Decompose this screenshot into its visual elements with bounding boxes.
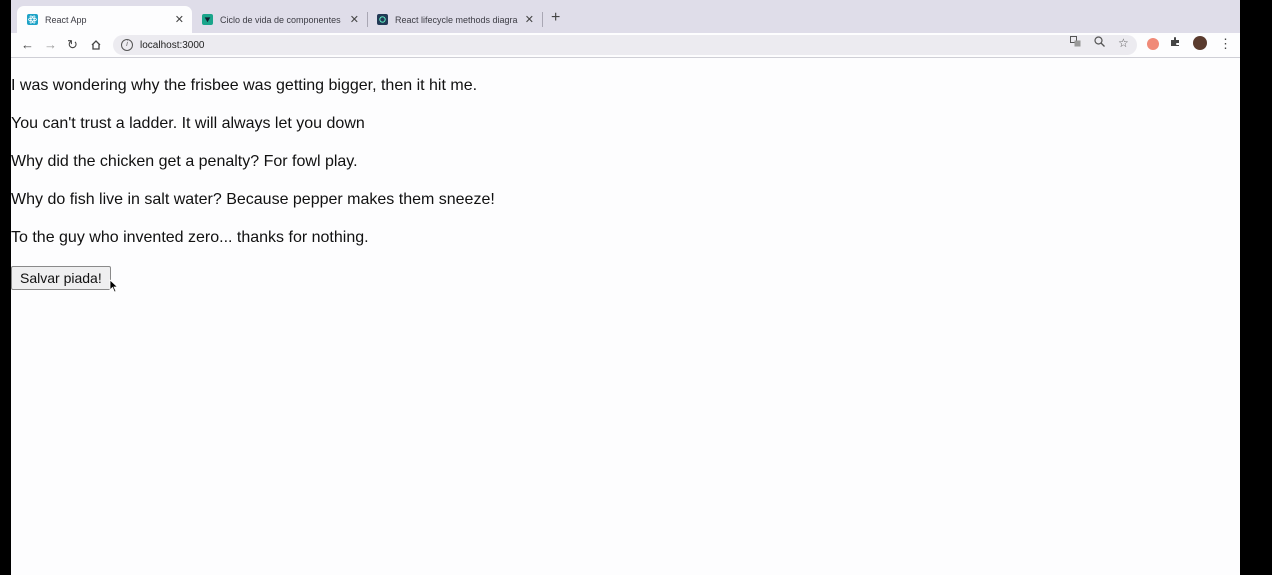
browser-toolbar: ← → ↻ i localhost:3000 ☆ ⋮ [11,33,1240,58]
extensions-puzzle-icon[interactable] [1170,36,1181,50]
site-favicon-icon [202,14,213,25]
joke-text: Why did the chicken get a penalty? For f… [11,153,358,170]
bookmark-star-icon[interactable]: ☆ [1118,36,1129,50]
joke-text: To the guy who invented zero... thanks f… [11,229,369,246]
mouse-cursor-icon [109,279,119,293]
extension-icon[interactable] [1147,38,1159,50]
site-info-icon[interactable]: i [121,39,133,51]
profile-avatar[interactable] [1193,36,1207,50]
tab-title: React App [45,14,87,25]
tab-strip: React App ✕ Ciclo de vida de componentes… [11,0,1240,33]
forward-arrow-icon[interactable]: → [44,36,57,54]
translate-icon[interactable] [1070,36,1081,50]
tab-title: React lifecycle methods diagra [395,14,518,25]
joke-text: You can't trust a ladder. It will always… [11,115,365,132]
right-black-border [1240,0,1272,575]
save-joke-button[interactable]: Salvar piada! [11,266,111,290]
react-favicon-icon [27,14,38,25]
tab-close-icon[interactable]: ✕ [525,13,534,26]
tab-title: Ciclo de vida de componentes [220,14,341,25]
tab-ciclo-de-vida[interactable]: Ciclo de vida de componentes ✕ [192,6,367,33]
tab-close-icon[interactable]: ✕ [175,13,184,26]
back-arrow-icon[interactable]: ← [21,36,34,54]
browser-menu-icon[interactable]: ⋮ [1219,36,1232,52]
joke-text: I was wondering why the frisbee was gett… [11,77,478,94]
reload-icon[interactable]: ↻ [67,36,78,54]
left-black-border [0,0,11,575]
new-tab-plus-icon[interactable]: + [551,9,560,27]
zoom-icon[interactable] [1094,36,1105,50]
tab-react-lifecycle[interactable]: React lifecycle methods diagra ✕ [367,6,542,33]
home-icon[interactable] [90,36,102,56]
tab-separator [542,12,543,27]
joke-text: Why do fish live in salt water? Because … [11,191,495,208]
url-text: localhost:3000 [140,39,205,51]
browser-window: React App ✕ Ciclo de vida de componentes… [11,0,1240,575]
tab-react-app[interactable]: React App ✕ [17,6,192,33]
address-bar[interactable]: i localhost:3000 [113,35,1137,55]
tab-close-icon[interactable]: ✕ [350,13,359,26]
site-favicon-icon [377,14,388,25]
